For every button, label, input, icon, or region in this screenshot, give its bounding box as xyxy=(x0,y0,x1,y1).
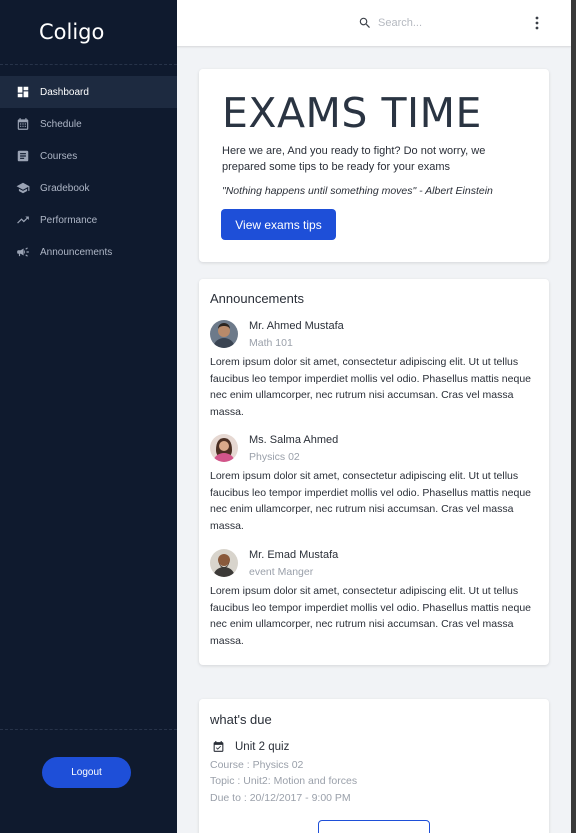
announcement-course: Physics 02 xyxy=(249,451,300,463)
exams-description: Here we are, And you ready to fight? Do … xyxy=(222,145,486,173)
sidebar-item-label: Schedule xyxy=(40,118,82,130)
whats-due-title: what's due xyxy=(210,712,272,727)
announcement-body: Lorem ipsum dolor sit amet, consectetur … xyxy=(210,585,531,647)
avatar xyxy=(210,434,238,462)
due-item-date: Due to : 20/12/2017 - 9:00 PM xyxy=(210,792,351,804)
logout-button[interactable]: Logout xyxy=(42,757,131,788)
due-item-topic: Topic : Unit2: Motion and forces xyxy=(210,775,358,787)
sidebar-item-label: Dashboard xyxy=(40,86,89,98)
megaphone-icon xyxy=(15,244,31,260)
whats-due-card: what's due Unit 2 quiz Course : Physics … xyxy=(199,699,549,833)
announcement-body: Lorem ipsum dolor sit amet, consectetur … xyxy=(210,470,531,532)
announcement-author: Ms. Salma Ahmed xyxy=(249,434,339,446)
top-bar xyxy=(177,0,571,46)
view-exams-tips-button[interactable]: View exams tips xyxy=(221,209,336,240)
sidebar-item-dashboard[interactable]: Dashboard xyxy=(0,76,177,108)
search-icon xyxy=(359,17,370,28)
app-logo: Coligo xyxy=(39,20,105,44)
announcement-course: event Manger xyxy=(249,566,314,578)
sidebar-item-label: Gradebook xyxy=(40,182,90,194)
due-item-course: Course : Physics 02 xyxy=(210,759,304,771)
window-edge xyxy=(571,0,576,833)
avatar xyxy=(210,549,238,577)
document-icon xyxy=(15,148,31,164)
sidebar-item-gradebook[interactable]: Gradebook xyxy=(0,172,177,204)
main-content: EXAMS TIME Here we are, And you ready to… xyxy=(177,0,571,833)
avatar xyxy=(210,320,238,348)
sidebar-divider xyxy=(0,729,177,730)
sidebar-divider xyxy=(0,64,177,65)
sidebar-item-label: Announcements xyxy=(40,246,113,258)
due-item-name: Unit 2 quiz xyxy=(235,741,290,753)
announcements-title: Announcements xyxy=(210,291,304,306)
calendar-icon xyxy=(15,116,31,132)
calendar-check-icon xyxy=(213,741,224,752)
sidebar-item-announcements[interactable]: Announcements xyxy=(0,236,177,268)
sidebar: Coligo Dashboard Schedule Courses Gradeb… xyxy=(0,0,177,833)
exams-card: EXAMS TIME Here we are, And you ready to… xyxy=(199,69,549,262)
announcement-course: Math 101 xyxy=(249,337,293,349)
announcements-card: Announcements Mr. Ahmed Mustafa Math 101… xyxy=(199,279,549,665)
sidebar-item-courses[interactable]: Courses xyxy=(0,140,177,172)
search-input[interactable] xyxy=(378,14,498,32)
announcement-body: Lorem ipsum dolor sit amet, consectetur … xyxy=(210,356,531,418)
dashboard-icon xyxy=(15,84,31,100)
announcement-author: Mr. Ahmed Mustafa xyxy=(249,320,344,332)
trending-up-icon xyxy=(15,212,31,228)
exams-quote: "Nothing happens until something moves" … xyxy=(222,185,493,197)
start-quiz-button[interactable] xyxy=(318,820,430,833)
graduation-cap-icon xyxy=(15,180,31,196)
sidebar-nav: Dashboard Schedule Courses Gradebook Per… xyxy=(0,76,177,268)
sidebar-item-performance[interactable]: Performance xyxy=(0,204,177,236)
sidebar-item-label: Performance xyxy=(40,214,98,226)
announcement-author: Mr. Emad Mustafa xyxy=(249,549,339,561)
more-vertical-icon[interactable] xyxy=(534,16,540,30)
exams-title: EXAMS TIME xyxy=(222,89,482,137)
sidebar-item-label: Courses xyxy=(40,150,78,162)
sidebar-item-schedule[interactable]: Schedule xyxy=(0,108,177,140)
